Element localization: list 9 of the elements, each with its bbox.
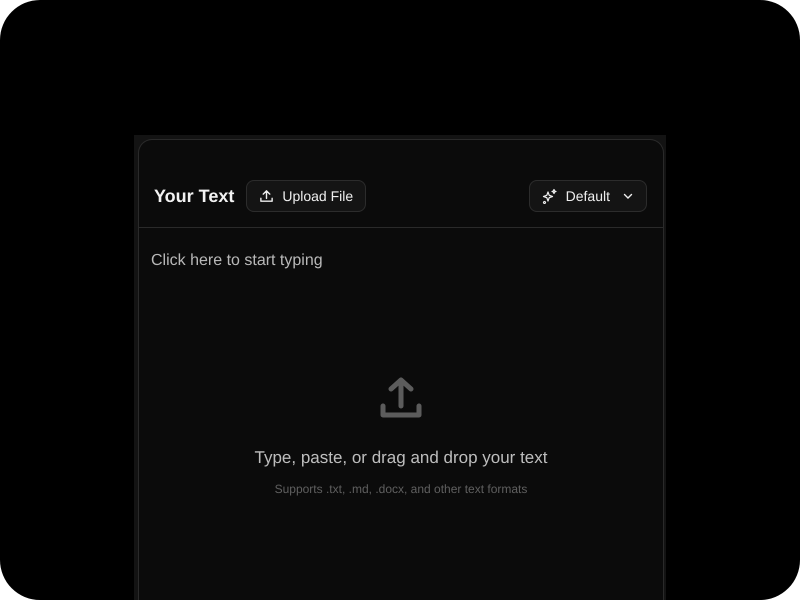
upload-icon (259, 188, 274, 204)
text-input-field[interactable]: Click here to start typing (149, 228, 653, 372)
text-editor[interactable]: Your Text Upload File Default Click here to start typing Type, paste, or drag and drop your text Supports .txt, .md, .docx, and other text formats (138, 139, 664, 600)
supported-formats-hint: Supports .txt, .md, .docx, and other text formats (274, 482, 528, 496)
drop-message: Type, paste, or drag and drop your text (254, 448, 548, 468)
upload-file-button[interactable]: Upload File (246, 180, 366, 212)
style-dropdown[interactable]: Default (528, 180, 647, 212)
section-title: Your Text (154, 186, 234, 206)
sparkles-icon (542, 188, 558, 204)
